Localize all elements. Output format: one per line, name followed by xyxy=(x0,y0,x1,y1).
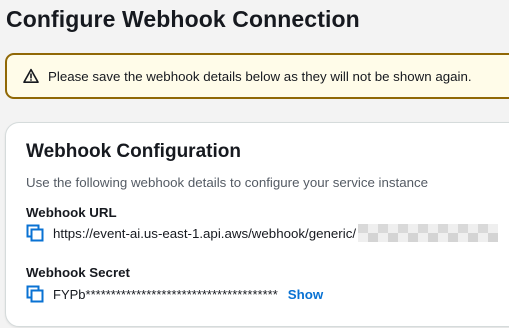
copy-icon[interactable] xyxy=(26,285,44,303)
webhook-secret-row: FYPb************************************… xyxy=(26,285,323,303)
webhook-secret-value: FYPb************************************… xyxy=(53,286,278,302)
card-title: Webhook Configuration xyxy=(26,141,241,162)
card-description: Use the following webhook details to con… xyxy=(26,175,429,190)
webhook-url-row: https://event-ai.us-east-1.api.aws/webho… xyxy=(26,224,499,242)
warning-icon xyxy=(23,68,39,84)
webhook-url-label: Webhook URL xyxy=(26,205,117,220)
show-secret-link[interactable]: Show xyxy=(288,287,323,302)
webhook-url-value: https://event-ai.us-east-1.api.aws/webho… xyxy=(53,225,357,241)
webhook-secret-label: Webhook Secret xyxy=(26,265,130,280)
webhook-configuration-card: Webhook Configuration Use the following … xyxy=(5,122,509,327)
redacted-region xyxy=(358,224,499,242)
warning-alert: Please save the webhook details below as… xyxy=(5,53,509,99)
copy-icon[interactable] xyxy=(26,224,44,242)
webhook-config-page: Configure Webhook Connection Please save… xyxy=(0,0,509,328)
alert-message: Please save the webhook details below as… xyxy=(48,68,472,84)
page-title: Configure Webhook Connection xyxy=(6,6,360,32)
